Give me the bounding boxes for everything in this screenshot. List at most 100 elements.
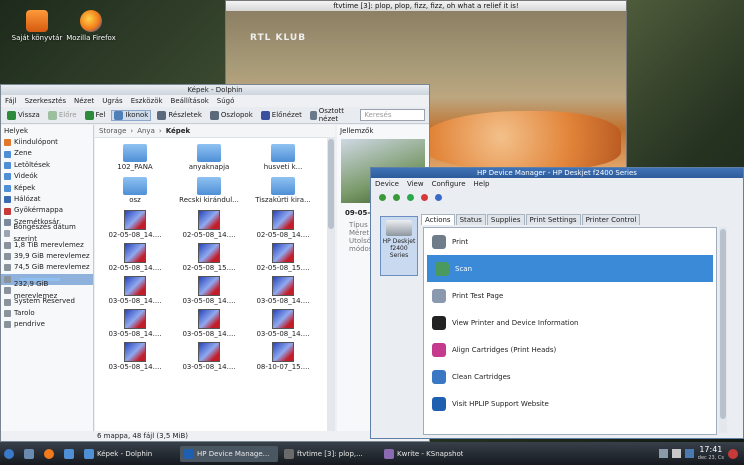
volume-icon[interactable] xyxy=(671,449,681,458)
forward-button[interactable]: Előre xyxy=(46,110,79,120)
place-item[interactable]: Videók xyxy=(1,171,93,182)
menu-settings[interactable]: Beállítások xyxy=(171,95,209,107)
action-item[interactable]: Align Cartridges (Print Heads) xyxy=(424,336,716,363)
image-file-item[interactable]: 08-10-07_15.... xyxy=(247,340,319,373)
folder-item[interactable]: osz xyxy=(99,175,171,208)
menu-tools[interactable]: Eszközök xyxy=(131,95,163,107)
preview-button[interactable]: Előnézet xyxy=(259,110,304,120)
scrollbar-thumb[interactable] xyxy=(720,229,726,419)
dolphin-window[interactable]: Képek - Dolphin Fájl Szerkesztés Nézet U… xyxy=(0,84,430,442)
folder-item[interactable]: husveti k... xyxy=(247,142,319,175)
breadcrumb-item[interactable]: Storage xyxy=(99,125,126,137)
hp-device-manager-window[interactable]: HP Device Manager - HP Deskjet f2400 Ser… xyxy=(370,167,744,439)
taskbar-item[interactable]: ftvtime [3]: plop,... xyxy=(280,446,378,462)
place-item[interactable]: 1,8 TiB merevlemez xyxy=(1,240,93,251)
menu-view[interactable]: View xyxy=(407,178,424,190)
place-item[interactable]: Böngészés dátum szerint xyxy=(1,223,93,243)
firefox-launcher[interactable] xyxy=(40,446,58,462)
scrollbar-thumb[interactable] xyxy=(328,139,334,229)
taskbar-item[interactable]: HP Device Manage... xyxy=(180,445,278,462)
action-item[interactable]: Scan xyxy=(427,255,713,282)
clock[interactable]: 17:41 dec 23, Cs xyxy=(698,445,724,462)
menu-go[interactable]: Ugrás xyxy=(102,95,122,107)
menu-view[interactable]: Nézet xyxy=(74,95,94,107)
network-icon[interactable] xyxy=(658,449,668,458)
image-file-item[interactable]: 03-05-08_14.... xyxy=(173,274,245,307)
tab-print-settings[interactable]: Print Settings xyxy=(525,214,581,225)
image-file-item[interactable]: 02-05-08_15.... xyxy=(173,241,245,274)
file-view-scrollbar[interactable] xyxy=(327,137,335,431)
folder-item[interactable]: Recski kirándul... xyxy=(173,175,245,208)
image-file-item[interactable]: 02-05-08_15.... xyxy=(247,241,319,274)
image-file-item[interactable]: 02-05-08_14.... xyxy=(99,208,171,241)
image-file-item[interactable]: 03-05-08_14.... xyxy=(247,274,319,307)
columns-view-icon xyxy=(209,110,219,120)
refresh-all-icon[interactable] xyxy=(393,193,400,201)
breadcrumb-item[interactable]: Képek xyxy=(166,125,190,137)
actions-scrollbar[interactable] xyxy=(719,227,727,433)
refresh-icon[interactable] xyxy=(379,193,386,201)
place-item[interactable]: Tarolo xyxy=(1,308,93,319)
image-file-item[interactable]: 02-05-08_14.... xyxy=(99,241,171,274)
help-icon[interactable] xyxy=(435,193,442,201)
dolphin-launcher[interactable] xyxy=(60,446,78,462)
show-desktop-button[interactable] xyxy=(20,446,38,462)
place-item[interactable]: Képek xyxy=(1,183,93,194)
place-item[interactable]: Hálózat xyxy=(1,194,93,205)
image-file-item[interactable]: 03-05-08_14.... xyxy=(247,307,319,340)
columns-view-button[interactable]: Oszlopok xyxy=(208,110,255,120)
search-input[interactable]: Keresés xyxy=(360,109,425,121)
image-thumbnail-icon xyxy=(124,276,146,296)
image-file-item[interactable]: 03-05-08_14.... xyxy=(173,307,245,340)
up-button[interactable]: Fel xyxy=(83,110,108,120)
action-item[interactable]: Visit HPLIP Support Website xyxy=(424,390,716,417)
setup-device-icon[interactable] xyxy=(407,193,414,201)
printer-tray-icon[interactable] xyxy=(684,449,694,458)
breadcrumb-item[interactable]: Anya xyxy=(137,125,155,137)
icons-view-button[interactable]: Ikonok xyxy=(111,109,152,121)
place-item[interactable]: pendrive xyxy=(1,319,93,330)
action-item[interactable]: View Printer and Device Information xyxy=(424,309,716,336)
taskbar-item[interactable]: Képek - Dolphin xyxy=(80,446,178,462)
image-file-item[interactable]: 02-05-08_14.... xyxy=(247,208,319,241)
menu-edit[interactable]: Szerkesztés xyxy=(25,95,66,107)
taskbar-item[interactable]: Kwrite - KSnapshot xyxy=(380,446,478,462)
device-list-item[interactable]: HP Deskjet f2400 Series xyxy=(380,216,418,276)
action-item[interactable]: Clean Cartridges xyxy=(424,363,716,390)
tab-printer-control[interactable]: Printer Control xyxy=(581,214,641,225)
action-item[interactable]: Print Test Page xyxy=(424,282,716,309)
kickoff-menu-button[interactable] xyxy=(0,446,18,462)
tab-supplies[interactable]: Supplies xyxy=(486,214,525,225)
image-file-item[interactable]: 02-05-08_14.... xyxy=(173,208,245,241)
back-button[interactable]: Vissza xyxy=(5,110,42,120)
image-file-item[interactable]: 03-05-08_14.... xyxy=(99,307,171,340)
image-file-item[interactable]: 03-05-08_14.... xyxy=(99,274,171,307)
desktop-icon-firefox[interactable]: Mozilla Firefox xyxy=(64,10,118,42)
remove-device-icon[interactable] xyxy=(421,193,428,201)
place-item[interactable]: Gyökérmappa xyxy=(1,205,93,216)
action-item[interactable]: Print xyxy=(424,228,716,255)
split-view-button[interactable]: Osztott nézet xyxy=(308,107,356,123)
desktop-icon xyxy=(24,448,34,459)
folder-item[interactable]: 102_PANA xyxy=(99,142,171,175)
place-item[interactable]: Letöltések xyxy=(1,160,93,171)
image-file-item[interactable]: 03-05-08_14.... xyxy=(99,340,171,373)
place-item[interactable]: 232,9 GiB merevlemez xyxy=(1,280,93,300)
menu-device[interactable]: Device xyxy=(375,178,399,190)
desktop-icon-home[interactable]: Saját könyvtár xyxy=(10,10,64,42)
place-item[interactable]: 39,9 GiB merevlemez xyxy=(1,251,93,262)
menu-help[interactable]: Help xyxy=(474,178,490,190)
details-view-button[interactable]: Részletek xyxy=(155,110,204,120)
tab-actions[interactable]: Actions xyxy=(421,214,455,225)
menu-configure[interactable]: Configure xyxy=(432,178,466,190)
place-item[interactable]: Kiindulópont xyxy=(1,137,93,148)
menu-file[interactable]: Fájl xyxy=(5,95,17,107)
tab-status[interactable]: Status xyxy=(455,214,486,225)
folder-item[interactable]: anyaknapja xyxy=(173,142,245,175)
logout-icon[interactable] xyxy=(728,448,738,459)
image-file-item[interactable]: 03-05-08_14.... xyxy=(173,340,245,373)
place-item[interactable]: 74,5 GiB merevlemez xyxy=(1,262,93,273)
place-item[interactable]: Zene xyxy=(1,148,93,159)
folder-item[interactable]: Tiszakürti kira... xyxy=(247,175,319,208)
menu-help[interactable]: Súgó xyxy=(217,95,235,107)
